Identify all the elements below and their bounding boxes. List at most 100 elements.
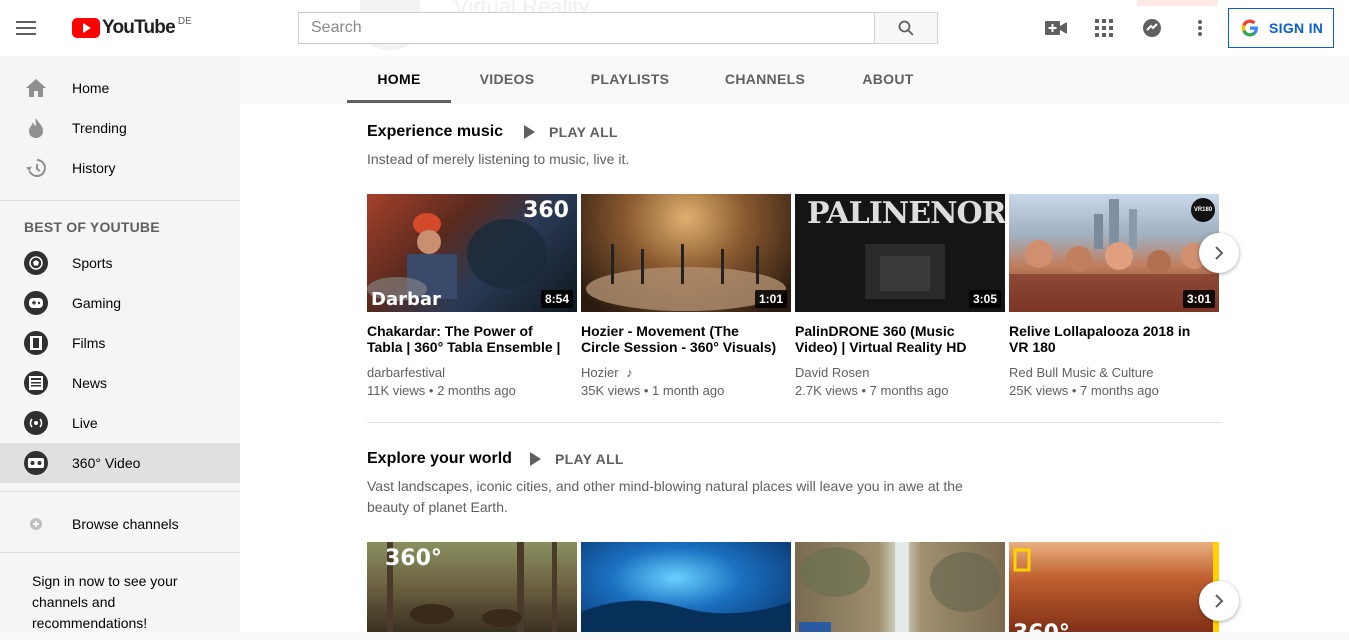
video-title[interactable]: PalinDRONE 360 (Music Video) | Virtual R…: [795, 323, 995, 355]
play-all-label: PLAY ALL: [549, 124, 618, 140]
home-icon: [24, 76, 48, 100]
video-views: 25K views: [1009, 383, 1069, 398]
trending-icon: [24, 116, 48, 140]
apps-grid-icon[interactable]: [1092, 16, 1116, 40]
video-thumbnail[interactable]: [581, 542, 791, 632]
video-title[interactable]: Hozier - Movement (The Circle Session - …: [581, 323, 781, 355]
sidebar-item-label: News: [72, 375, 108, 391]
sidebar-item-sports[interactable]: Sports: [0, 243, 240, 283]
masthead: Virtual Reality YouTube DE SIGN IN: [0, 0, 1349, 56]
vr-icon: [24, 451, 48, 475]
sidebar-item-live[interactable]: Live: [0, 403, 240, 443]
play-all-button[interactable]: PLAY ALL: [530, 451, 624, 467]
video-age: 7 months ago: [869, 383, 949, 398]
sidebar-item-label: Gaming: [72, 295, 122, 311]
sidebar-item-history[interactable]: History: [0, 148, 240, 188]
live-icon: [24, 411, 48, 435]
logo-text: YouTube: [102, 17, 176, 38]
video-duration: 1:01: [754, 290, 787, 308]
sign-in-note: Sign in now to see your channels and rec…: [32, 573, 178, 631]
settings-more-icon[interactable]: [1188, 16, 1212, 40]
video-duration: 8:54: [540, 290, 573, 308]
sidebar-section-title: BEST OF YOUTUBE: [24, 219, 160, 235]
thumbnail-image: [1013, 542, 1219, 632]
shelf-divider: [367, 422, 1222, 423]
gaming-icon: [24, 291, 48, 315]
sidebar-item-news[interactable]: News: [0, 363, 240, 403]
thumbnail-overlay-palindrone: PALINENORD: [807, 196, 1005, 231]
add-circle-icon: [24, 512, 48, 536]
video-meta: 35K views • 1 month ago: [581, 383, 725, 398]
sidebar-item-label: Home: [72, 80, 110, 96]
thumbnail-image: [799, 542, 1000, 632]
sidebar-item-trending[interactable]: Trending: [0, 108, 240, 148]
video-thumbnail[interactable]: 1:01: [581, 194, 791, 312]
sidebar-item-films[interactable]: Films: [0, 323, 240, 363]
chevron-right-icon: [1215, 594, 1224, 608]
video-title[interactable]: Relive Lollapalooza 2018 in VR 180: [1009, 323, 1209, 355]
shelf-title[interactable]: Experience music: [367, 123, 503, 141]
sidebar-item-browse-channels[interactable]: Browse channels: [0, 504, 240, 544]
tab-home[interactable]: HOME: [347, 56, 451, 102]
video-views: 2.7K views: [795, 383, 858, 398]
sidebar-item-gaming[interactable]: Gaming: [0, 283, 240, 323]
video-meta: 25K views • 7 months ago: [1009, 383, 1159, 398]
play-icon: [524, 125, 535, 139]
thumbnail-overlay-darbar: Darbar: [371, 289, 441, 310]
video-views: 35K views: [581, 383, 641, 398]
video-thumbnail[interactable]: 360°: [367, 542, 577, 632]
search-button[interactable]: [874, 12, 938, 44]
tab-about[interactable]: ABOUT: [836, 56, 940, 102]
shelf-title[interactable]: Explore your world: [367, 450, 512, 468]
video-thumbnail[interactable]: 360°: [1009, 542, 1219, 632]
thumbnail-overlay-360: 360: [523, 198, 569, 223]
shelf-description: Vast landscapes, iconic cities, and othe…: [367, 478, 963, 515]
sidebar: Home Trending History BEST OF YOUTUBE Sp…: [0, 56, 240, 632]
sidebar-item-360-video[interactable]: 360° Video: [0, 443, 240, 483]
sidebar-divider: [0, 200, 240, 201]
tab-channels[interactable]: CHANNELS: [713, 56, 817, 102]
create-video-icon[interactable]: [1044, 16, 1068, 40]
video-age: 2 months ago: [437, 383, 516, 398]
thumbnail-overlay-360: 360°: [1013, 621, 1070, 632]
video-thumbnail[interactable]: [795, 542, 1005, 632]
search-input[interactable]: [298, 12, 874, 44]
video-channel[interactable]: Hozier ♪: [581, 365, 633, 380]
shelf-next-button[interactable]: [1199, 581, 1239, 621]
tab-playlists[interactable]: PLAYLISTS: [578, 56, 682, 102]
shelf-next-button[interactable]: [1199, 233, 1239, 273]
thumbnail-overlay-360: 360°: [385, 546, 442, 571]
video-channel[interactable]: darbarfestival: [367, 365, 445, 380]
music-note-icon: ♪: [626, 365, 633, 380]
sidebar-item-home[interactable]: Home: [0, 68, 240, 108]
sidebar-item-label: 360° Video: [72, 455, 141, 471]
tab-videos[interactable]: VIDEOS: [455, 56, 559, 102]
play-icon: [530, 452, 541, 466]
video-title[interactable]: Chakardar: The Power of Tabla | 360° Tab…: [367, 323, 567, 355]
search-icon: [898, 20, 914, 36]
video-age: 1 month ago: [652, 383, 725, 398]
video-meta: 2.7K views • 7 months ago: [795, 383, 949, 398]
search-box: [298, 12, 938, 44]
sign-in-button[interactable]: SIGN IN: [1228, 8, 1334, 48]
video-thumbnail[interactable]: VR180 3:01: [1009, 194, 1219, 312]
menu-icon[interactable]: [16, 16, 56, 40]
video-thumbnail[interactable]: 360 Darbar 8:54: [367, 194, 577, 312]
films-icon: [24, 331, 48, 355]
video-channel[interactable]: David Rosen: [795, 365, 869, 380]
active-tab-indicator: [347, 100, 451, 103]
video-duration: 3:05: [968, 290, 1001, 308]
video-channel[interactable]: Red Bull Music & Culture: [1009, 365, 1154, 380]
main-content: Experience music PLAY ALL Instead of mer…: [240, 104, 1349, 632]
video-views: 11K views: [367, 383, 426, 398]
shelf-description: Instead of merely listening to music, li…: [367, 151, 630, 167]
youtube-logo[interactable]: YouTube DE: [72, 16, 192, 39]
sidebar-item-label: History: [72, 160, 116, 176]
play-all-button[interactable]: PLAY ALL: [524, 124, 618, 140]
video-channel-name: Hozier: [581, 365, 619, 380]
sidebar-item-label: Films: [72, 335, 106, 351]
sidebar-item-label: Live: [72, 415, 98, 431]
thumbnail-image: [581, 600, 791, 632]
messages-icon[interactable]: [1140, 16, 1164, 40]
video-thumbnail[interactable]: PALINENORD 3:05: [795, 194, 1005, 312]
